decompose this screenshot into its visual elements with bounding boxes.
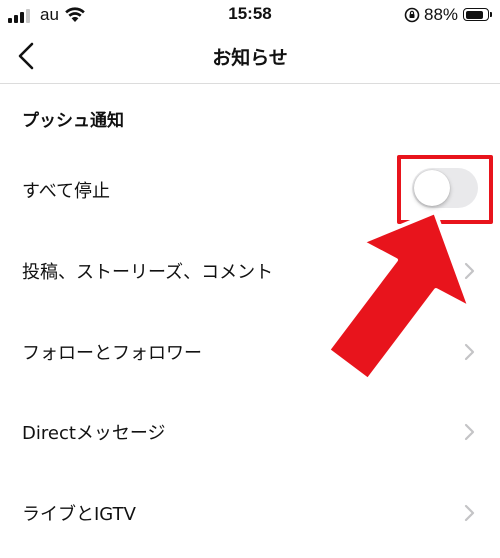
row-live-igtv[interactable]: ライブとIGTV <box>0 473 500 553</box>
row-label-follows: フォローとフォロワー <box>22 343 202 364</box>
battery-icon <box>463 8 489 21</box>
rotation-lock-icon <box>404 7 420 23</box>
status-bar: au 15:58 88% <box>0 0 500 30</box>
row-label-direct: Directメッセージ <box>22 423 166 444</box>
chevron-right-icon <box>464 423 475 441</box>
notifications-screen: au 15:58 88% お知らせ プッシュ通知 すべて停止 投稿、ストーリーズ… <box>0 0 500 558</box>
chevron-right-icon <box>464 504 475 522</box>
row-label-posts: 投稿、ストーリーズ、コメント <box>22 262 274 283</box>
section-header-push: プッシュ通知 <box>22 111 124 131</box>
row-label-live: ライブとIGTV <box>22 504 136 525</box>
battery-percent: 88% <box>424 5 459 24</box>
pointer-arrow-icon <box>326 210 470 380</box>
row-direct-messages[interactable]: Directメッセージ <box>0 392 500 472</box>
row-label-stop-all: すべて停止 <box>22 181 111 202</box>
battery-cap <box>490 12 492 17</box>
navigation-bar: お知らせ <box>0 30 500 84</box>
page-title: お知らせ <box>212 47 288 69</box>
battery-fill <box>465 10 484 19</box>
